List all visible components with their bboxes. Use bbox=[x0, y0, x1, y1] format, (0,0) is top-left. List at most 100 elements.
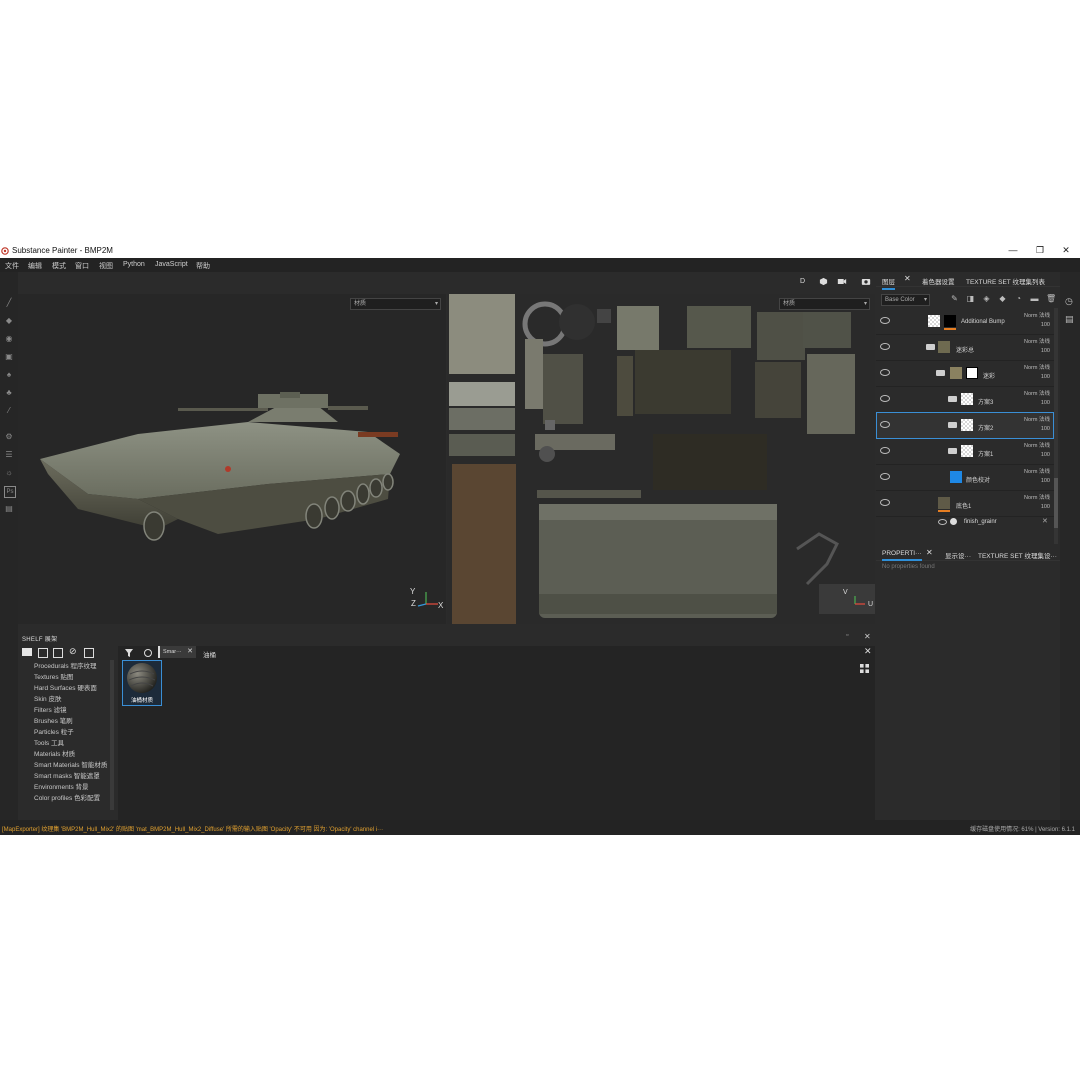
paint-brush-icon[interactable]: ╱ bbox=[4, 298, 14, 308]
color-picker-icon[interactable]: ⁄ bbox=[4, 406, 14, 416]
eraser-icon[interactable]: ◆ bbox=[4, 316, 14, 326]
smudge-icon[interactable]: ♠ bbox=[4, 370, 14, 380]
shelf-category[interactable]: Color profiles 色彩配置 bbox=[34, 792, 100, 802]
viewport-3d[interactable]: 材质 ▾ Y Z X bbox=[18, 294, 446, 624]
shelf-category[interactable]: Particles 粒子 bbox=[34, 726, 74, 736]
layer-row[interactable]: 迷彩总 Norm 法线 100 bbox=[876, 334, 1054, 361]
menu-window[interactable]: 窗口 bbox=[75, 261, 89, 271]
layer-row[interactable]: 底色1 Norm 法线 100 bbox=[876, 490, 1054, 517]
shelf-category[interactable]: Tools 工具 bbox=[34, 737, 64, 747]
new-tab-icon[interactable] bbox=[38, 648, 48, 658]
filter-tag[interactable]: Smar··· ✕ bbox=[158, 646, 196, 658]
layer-scrollbar[interactable] bbox=[1054, 308, 1058, 544]
history-icon[interactable]: ◷ bbox=[1065, 296, 1073, 307]
menu-python[interactable]: Python bbox=[123, 261, 145, 268]
effect-remove-icon[interactable]: ✕ bbox=[1042, 517, 1048, 525]
layer-blend-mode[interactable]: Norm 法线 bbox=[1024, 493, 1050, 501]
tab-layers[interactable]: 图层 bbox=[882, 276, 895, 290]
layer-blend-mode[interactable]: Norm 法线 bbox=[1024, 441, 1050, 449]
menu-edit[interactable]: 编辑 bbox=[28, 261, 42, 271]
shelf-category[interactable]: Textures 贴图 bbox=[34, 671, 73, 681]
add-generator-icon[interactable]: ◔ bbox=[1014, 294, 1023, 303]
folder-icon[interactable] bbox=[22, 648, 32, 656]
layer-opacity[interactable]: 100 bbox=[1041, 348, 1050, 354]
visibility-eye-icon[interactable] bbox=[880, 369, 890, 376]
add-paint-layer-icon[interactable]: ◆ bbox=[998, 294, 1007, 303]
visibility-eye-icon[interactable] bbox=[880, 343, 890, 350]
refresh-icon[interactable] bbox=[143, 648, 153, 658]
add-mask-icon[interactable]: ◨ bbox=[966, 294, 975, 303]
effect-visibility-eye-icon[interactable] bbox=[938, 519, 947, 525]
export-document-icon[interactable]: ▤ bbox=[4, 504, 14, 514]
layer-opacity[interactable]: 100 bbox=[1041, 452, 1050, 458]
camera-mode-icon[interactable]: D bbox=[800, 278, 805, 285]
shelf-float-icon[interactable]: ▫ bbox=[846, 632, 848, 639]
grid-view-icon[interactable] bbox=[860, 664, 869, 673]
menu-view[interactable]: 视图 bbox=[99, 261, 113, 271]
video-icon[interactable] bbox=[837, 277, 847, 286]
layer-blend-mode[interactable]: Norm 法线 bbox=[1024, 337, 1050, 345]
layer-blend-mode[interactable]: Norm 法线 bbox=[1024, 467, 1050, 475]
tab-layers-close-icon[interactable]: ✕ bbox=[904, 274, 911, 283]
visibility-eye-icon[interactable] bbox=[880, 447, 890, 454]
layer-blend-mode[interactable]: Norm 法线 bbox=[1024, 311, 1050, 319]
filter-tag-close-icon[interactable]: ✕ bbox=[187, 647, 193, 655]
layer-row[interactable]: 方案3 Norm 法线 100 bbox=[876, 386, 1054, 413]
layer-opacity[interactable]: 100 bbox=[1041, 478, 1050, 484]
layer-opacity[interactable]: 100 bbox=[1041, 426, 1050, 432]
settings-gear-icon[interactable]: ⚙ bbox=[4, 432, 14, 442]
add-effect-icon[interactable]: ✎ bbox=[950, 294, 959, 303]
viewport-2d-uv[interactable]: 材质 ▾ V U bbox=[447, 294, 875, 624]
add-folder-icon[interactable]: ▬ bbox=[1030, 294, 1039, 303]
menu-help[interactable]: 帮助 bbox=[196, 261, 210, 271]
log-icon[interactable]: ▤ bbox=[1065, 314, 1074, 325]
calendar-icon[interactable] bbox=[53, 648, 63, 658]
shelf-search-input[interactable]: 油桶 bbox=[203, 649, 216, 659]
menu-mode[interactable]: 模式 bbox=[52, 261, 66, 271]
layer-row[interactable]: 方案1 Norm 法线 100 bbox=[876, 438, 1054, 465]
projection-icon[interactable]: ◉ bbox=[4, 334, 14, 344]
layer-blend-mode[interactable]: Norm 法线 bbox=[1024, 415, 1050, 423]
layer-row[interactable]: 颜色校对 Norm 法线 100 bbox=[876, 464, 1054, 491]
shelf-close-icon[interactable]: ✕ bbox=[864, 632, 871, 641]
layer-blend-mode[interactable]: Norm 法线 bbox=[1024, 363, 1050, 371]
bake-icon[interactable]: ☰ bbox=[4, 450, 14, 460]
layer-opacity[interactable]: 100 bbox=[1041, 374, 1050, 380]
visibility-eye-icon[interactable] bbox=[880, 473, 890, 480]
shelf-category[interactable]: Smart masks 智能遮罩 bbox=[34, 770, 100, 780]
layer-opacity[interactable]: 100 bbox=[1041, 504, 1050, 510]
filter-icon[interactable] bbox=[124, 648, 134, 658]
plugin-icon[interactable]: ☼ bbox=[4, 468, 14, 478]
screenshot-icon[interactable] bbox=[861, 277, 871, 286]
tab-display-settings[interactable]: 显示设··· bbox=[945, 550, 971, 560]
tab-shader-settings[interactable]: 着色器设置 bbox=[922, 276, 955, 286]
close-button[interactable]: ✕ bbox=[1059, 245, 1073, 257]
layer-row[interactable]: 迷彩 Norm 法线 100 bbox=[876, 360, 1054, 387]
polygon-fill-icon[interactable]: ▣ bbox=[4, 352, 14, 362]
hide-icon[interactable]: ⊘ bbox=[69, 646, 77, 657]
layer-row-selected[interactable]: 方案2 Norm 法线 100 bbox=[876, 412, 1054, 439]
layer-opacity[interactable]: 100 bbox=[1041, 322, 1050, 328]
shelf-category[interactable]: Skin 皮肤 bbox=[34, 693, 61, 703]
layer-row[interactable]: Additional Bump Norm 法线 100 bbox=[876, 308, 1054, 335]
visibility-eye-icon[interactable] bbox=[880, 317, 890, 324]
layer-opacity[interactable]: 100 bbox=[1041, 400, 1050, 406]
photoshop-icon[interactable]: Ps bbox=[4, 486, 16, 498]
shelf-category[interactable]: Smart Materials 智能材质 bbox=[34, 759, 107, 769]
shelf-category-scrollbar[interactable] bbox=[110, 660, 114, 810]
shelf-category[interactable]: Materials 材质 bbox=[34, 748, 75, 758]
shelf-category[interactable]: Environments 背景 bbox=[34, 781, 89, 791]
display-icon[interactable] bbox=[819, 277, 828, 286]
menu-file[interactable]: 文件 bbox=[5, 261, 19, 271]
tab-properties-close-icon[interactable]: ✕ bbox=[926, 548, 933, 557]
tab-properties[interactable]: PROPERTI··· bbox=[882, 550, 922, 561]
clone-icon[interactable]: ♣ bbox=[4, 388, 14, 398]
tab-texture-set-list[interactable]: TEXTURE SET 纹理集列表 bbox=[966, 276, 1045, 286]
clear-search-icon[interactable]: ✕ bbox=[864, 646, 872, 657]
minimize-button[interactable]: — bbox=[1006, 245, 1020, 257]
add-fill-layer-icon[interactable]: ◈ bbox=[982, 294, 991, 303]
layer-effect-row[interactable]: finish_grainr ✕ bbox=[876, 516, 1054, 530]
visibility-eye-icon[interactable] bbox=[880, 499, 890, 506]
shelf-category[interactable]: Brushes 笔刷 bbox=[34, 715, 73, 725]
shelf-category[interactable]: Procedurals 程序纹理 bbox=[34, 660, 97, 670]
